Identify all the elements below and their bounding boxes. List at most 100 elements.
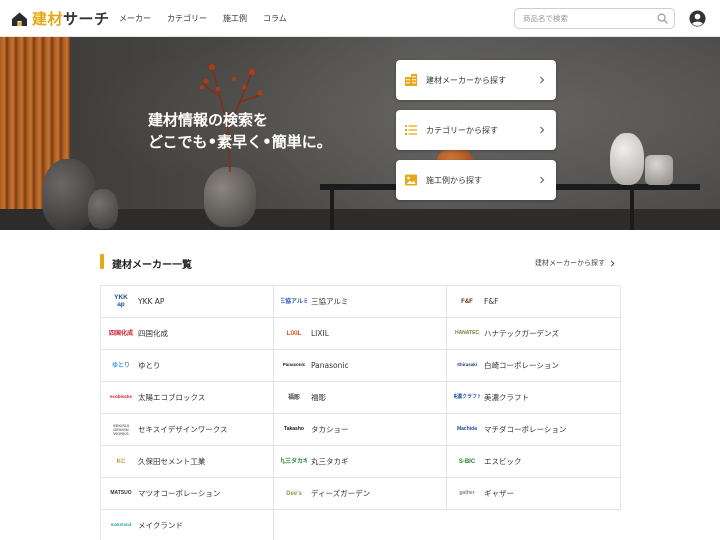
maker-item[interactable]: Dee's ディーズガーデン [274, 478, 447, 510]
logo-text: 建材サーチ [32, 8, 110, 29]
maker-item[interactable]: Takasho タカショー [274, 414, 447, 446]
maker-name: 白崎コーポレーション [484, 361, 559, 370]
maker-name: ギャザー [484, 489, 514, 498]
maker-item[interactable]: MATSUO マツオコーポレーション [101, 478, 274, 510]
maker-item[interactable]: YKK ap YKK AP [101, 286, 274, 318]
maker-item[interactable]: Machida マチダコーポレーション [447, 414, 621, 446]
maker-item[interactable]: makeland メイクランド [101, 510, 274, 540]
logo-text-main: サーチ [63, 10, 110, 28]
maker-logo: 三協アルミ [281, 293, 307, 311]
maker-item[interactable]: ecoblocks 太陽エコブロックス [101, 382, 274, 414]
maker-name: 福彫 [311, 393, 326, 402]
maker-item[interactable]: 丸三タカギ 丸三タカギ [274, 446, 447, 478]
maker-item[interactable]: Panasonic Panasonic [274, 350, 447, 382]
maker-logo: MATSUO [108, 485, 134, 503]
search-input[interactable] [523, 9, 653, 28]
hero-card-label: 施工例から探す [426, 175, 482, 185]
hero-table-leg [330, 190, 334, 230]
maker-name: マチダコーポレーション [484, 425, 567, 434]
maker-logo: makeland [108, 517, 134, 535]
hero-card-label: カテゴリーから探す [426, 125, 498, 135]
maker-logo: Machida [454, 421, 480, 439]
account-icon[interactable] [689, 10, 706, 27]
site-logo[interactable]: 建材サーチ [11, 8, 110, 29]
maker-logo-text: Takasho [284, 426, 304, 432]
maker-name: F&F [484, 297, 499, 306]
maker-item[interactable]: HANATEC ハナテックガーデンズ [447, 318, 621, 350]
maker-logo-text: makeland [110, 522, 132, 528]
maker-item[interactable]: gather ギャザー [447, 478, 621, 510]
maker-name: 美濃クラフト [484, 393, 529, 402]
maker-grid: YKK ap YKK AP 三協アルミ 三協アルミ F&F F&F 四国化成 四国化成 LIXI… [100, 285, 621, 540]
list-icon [405, 125, 417, 135]
maker-logo-text: HANATEC [454, 330, 480, 336]
maker-item[interactable]: ゆとり ゆとり [101, 350, 274, 382]
maker-name: ゆとり [138, 361, 161, 370]
chevron-right-icon [610, 260, 615, 266]
maker-item[interactable]: KC 久保田セメント工業 [101, 446, 274, 478]
maker-item[interactable]: S-BIC エスビック [447, 446, 621, 478]
maker-logo-text: ゆとり [111, 362, 130, 369]
maker-name: ハナテックガーデンズ [484, 329, 559, 338]
maker-name: 丸三タカギ [311, 457, 349, 466]
hero-vase [610, 133, 644, 185]
maker-item[interactable]: 美濃クラフト 美濃クラフト [447, 382, 621, 414]
hero-card-label: 建材メーカーから探す [426, 75, 506, 85]
maker-name: 三協アルミ [311, 297, 349, 306]
maker-name: ディーズガーデン [311, 489, 371, 498]
hero-banner: 建材情報の検索を どこでも•素早く•簡単に。 建材メーカーから探す カテゴリーか… [0, 37, 720, 230]
maker-logo-text: Shirasaki [456, 362, 477, 368]
building-icon [405, 74, 417, 86]
nav-makers[interactable]: メーカー [119, 13, 151, 24]
maker-logo-text: S-BIC [458, 458, 476, 465]
maker-logo-text: Panasonic [282, 362, 306, 368]
maker-name: 太陽エコブロックス [138, 393, 206, 402]
maker-logo-text: Dee's [286, 490, 302, 497]
nav-categories[interactable]: カテゴリー [167, 13, 207, 24]
maker-item[interactable]: LIXIL LIXIL [274, 318, 447, 350]
hero-sculpture [645, 155, 673, 185]
makers-search-link-label: 建材メーカーから探す [535, 259, 605, 267]
maker-logo: 丸三タカギ [281, 453, 307, 471]
maker-name: YKK AP [138, 297, 165, 306]
hero-card-categories[interactable]: カテゴリーから探す [396, 110, 556, 150]
section-title: 建材メーカー一覧 [112, 260, 192, 271]
maker-item[interactable]: SEKISUI DESIGN WORKS セキスイデザインワークス [101, 414, 274, 446]
hero-card-makers[interactable]: 建材メーカーから探す [396, 60, 556, 100]
maker-item[interactable]: 福彫 福彫 [274, 382, 447, 414]
nav-examples[interactable]: 施工例 [223, 13, 247, 24]
maker-name: LIXIL [311, 329, 329, 338]
maker-item[interactable]: Shirasaki 白崎コーポレーション [447, 350, 621, 382]
maker-logo: LIXIL [281, 325, 307, 343]
chevron-right-icon [540, 76, 545, 84]
hero-title-line1: 建材情報の検索を [148, 111, 269, 129]
maker-item[interactable]: 三協アルミ 三協アルミ [274, 286, 447, 318]
maker-logo-text: 三協アルミ [281, 298, 307, 305]
maker-logo: Takasho [281, 421, 307, 439]
maker-logo-text: YKK ap [114, 294, 128, 308]
maker-logo: Panasonic [281, 357, 307, 375]
chevron-right-icon [540, 126, 545, 134]
maker-name: マツオコーポレーション [138, 489, 221, 498]
grid-filler [274, 510, 447, 540]
logo-text-accent: 建材 [32, 10, 64, 28]
maker-logo: gather [454, 485, 480, 503]
maker-logo: 美濃クラフト [454, 389, 480, 407]
nav-column[interactable]: コラム [263, 13, 287, 24]
hero-vase [42, 159, 96, 230]
maker-logo-text: 美濃クラフト [454, 394, 480, 400]
search-icon[interactable] [657, 13, 668, 24]
hero-card-examples[interactable]: 施工例から探す [396, 160, 556, 200]
maker-item[interactable]: 四国化成 四国化成 [101, 318, 274, 350]
maker-logo: Shirasaki [454, 357, 480, 375]
maker-logo: KC [108, 453, 134, 471]
maker-name: セキスイデザインワークス [138, 425, 228, 434]
maker-item[interactable]: F&F F&F [447, 286, 621, 318]
maker-name: エスビック [484, 457, 522, 466]
makers-search-link[interactable]: 建材メーカーから探す [535, 258, 616, 268]
maker-logo: F&F [454, 293, 480, 311]
house-logo-icon [12, 12, 27, 26]
maker-logo: 福彫 [281, 389, 307, 407]
hero-title-line2: どこでも•素早く•簡単に。 [148, 133, 332, 151]
hero-table-leg [630, 190, 634, 230]
